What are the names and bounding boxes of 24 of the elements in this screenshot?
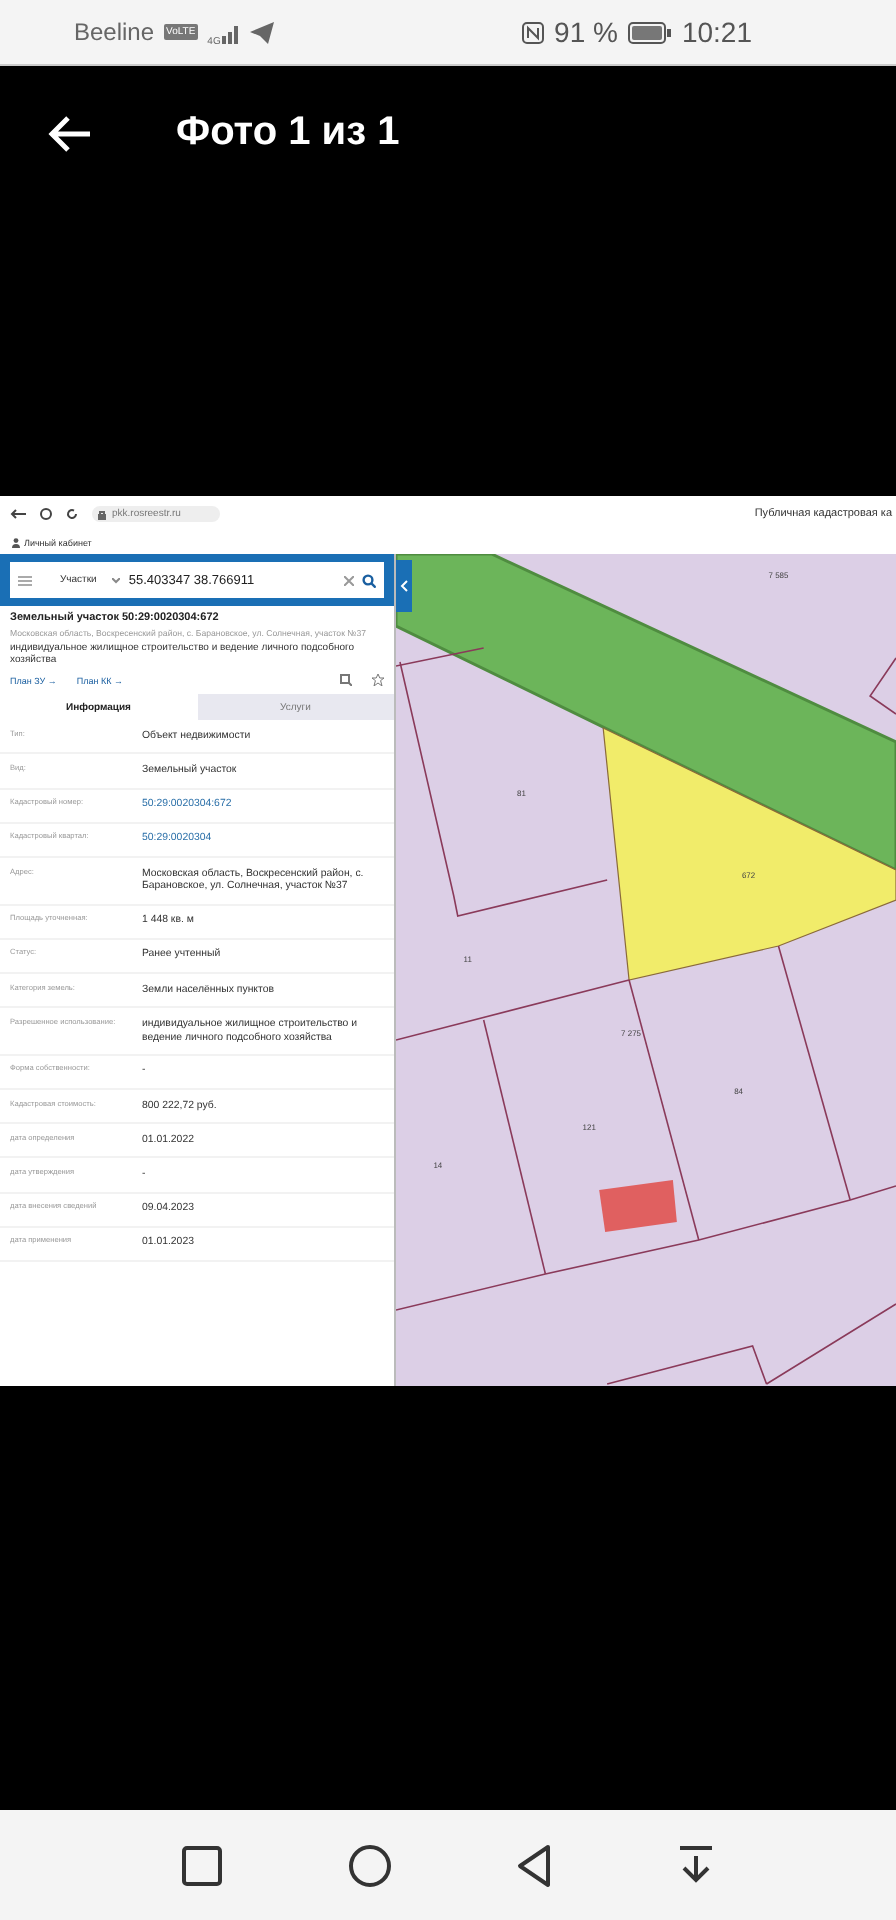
star-icon[interactable] bbox=[372, 674, 384, 687]
close-icon[interactable] bbox=[344, 575, 354, 585]
collapse-panel-button[interactable] bbox=[396, 560, 412, 612]
battery-percent: 91 % bbox=[554, 16, 618, 48]
clock-time: 10:21 bbox=[681, 16, 752, 48]
chevron-icon bbox=[400, 580, 408, 592]
back-icon[interactable] bbox=[516, 1843, 553, 1887]
caret-icon bbox=[112, 577, 121, 583]
lock-icon bbox=[98, 509, 106, 519]
screen-title: Фото 1 из 1 bbox=[176, 110, 400, 156]
download-icon[interactable] bbox=[677, 1845, 714, 1885]
back-button[interactable] bbox=[48, 115, 92, 151]
search-icon[interactable] bbox=[362, 573, 376, 587]
zoom-icon[interactable] bbox=[340, 674, 352, 687]
battery-icon bbox=[627, 21, 672, 43]
paper-plane-icon bbox=[250, 21, 275, 43]
back-arrow-icon bbox=[10, 508, 26, 520]
person-icon bbox=[12, 538, 20, 548]
reload-icon bbox=[66, 508, 78, 520]
carrier-name: Beeline bbox=[74, 18, 155, 46]
recent-apps-icon[interactable] bbox=[182, 1845, 223, 1885]
home-icon[interactable] bbox=[347, 1843, 392, 1887]
nfc-icon bbox=[522, 21, 545, 43]
signal-icon bbox=[222, 21, 241, 43]
